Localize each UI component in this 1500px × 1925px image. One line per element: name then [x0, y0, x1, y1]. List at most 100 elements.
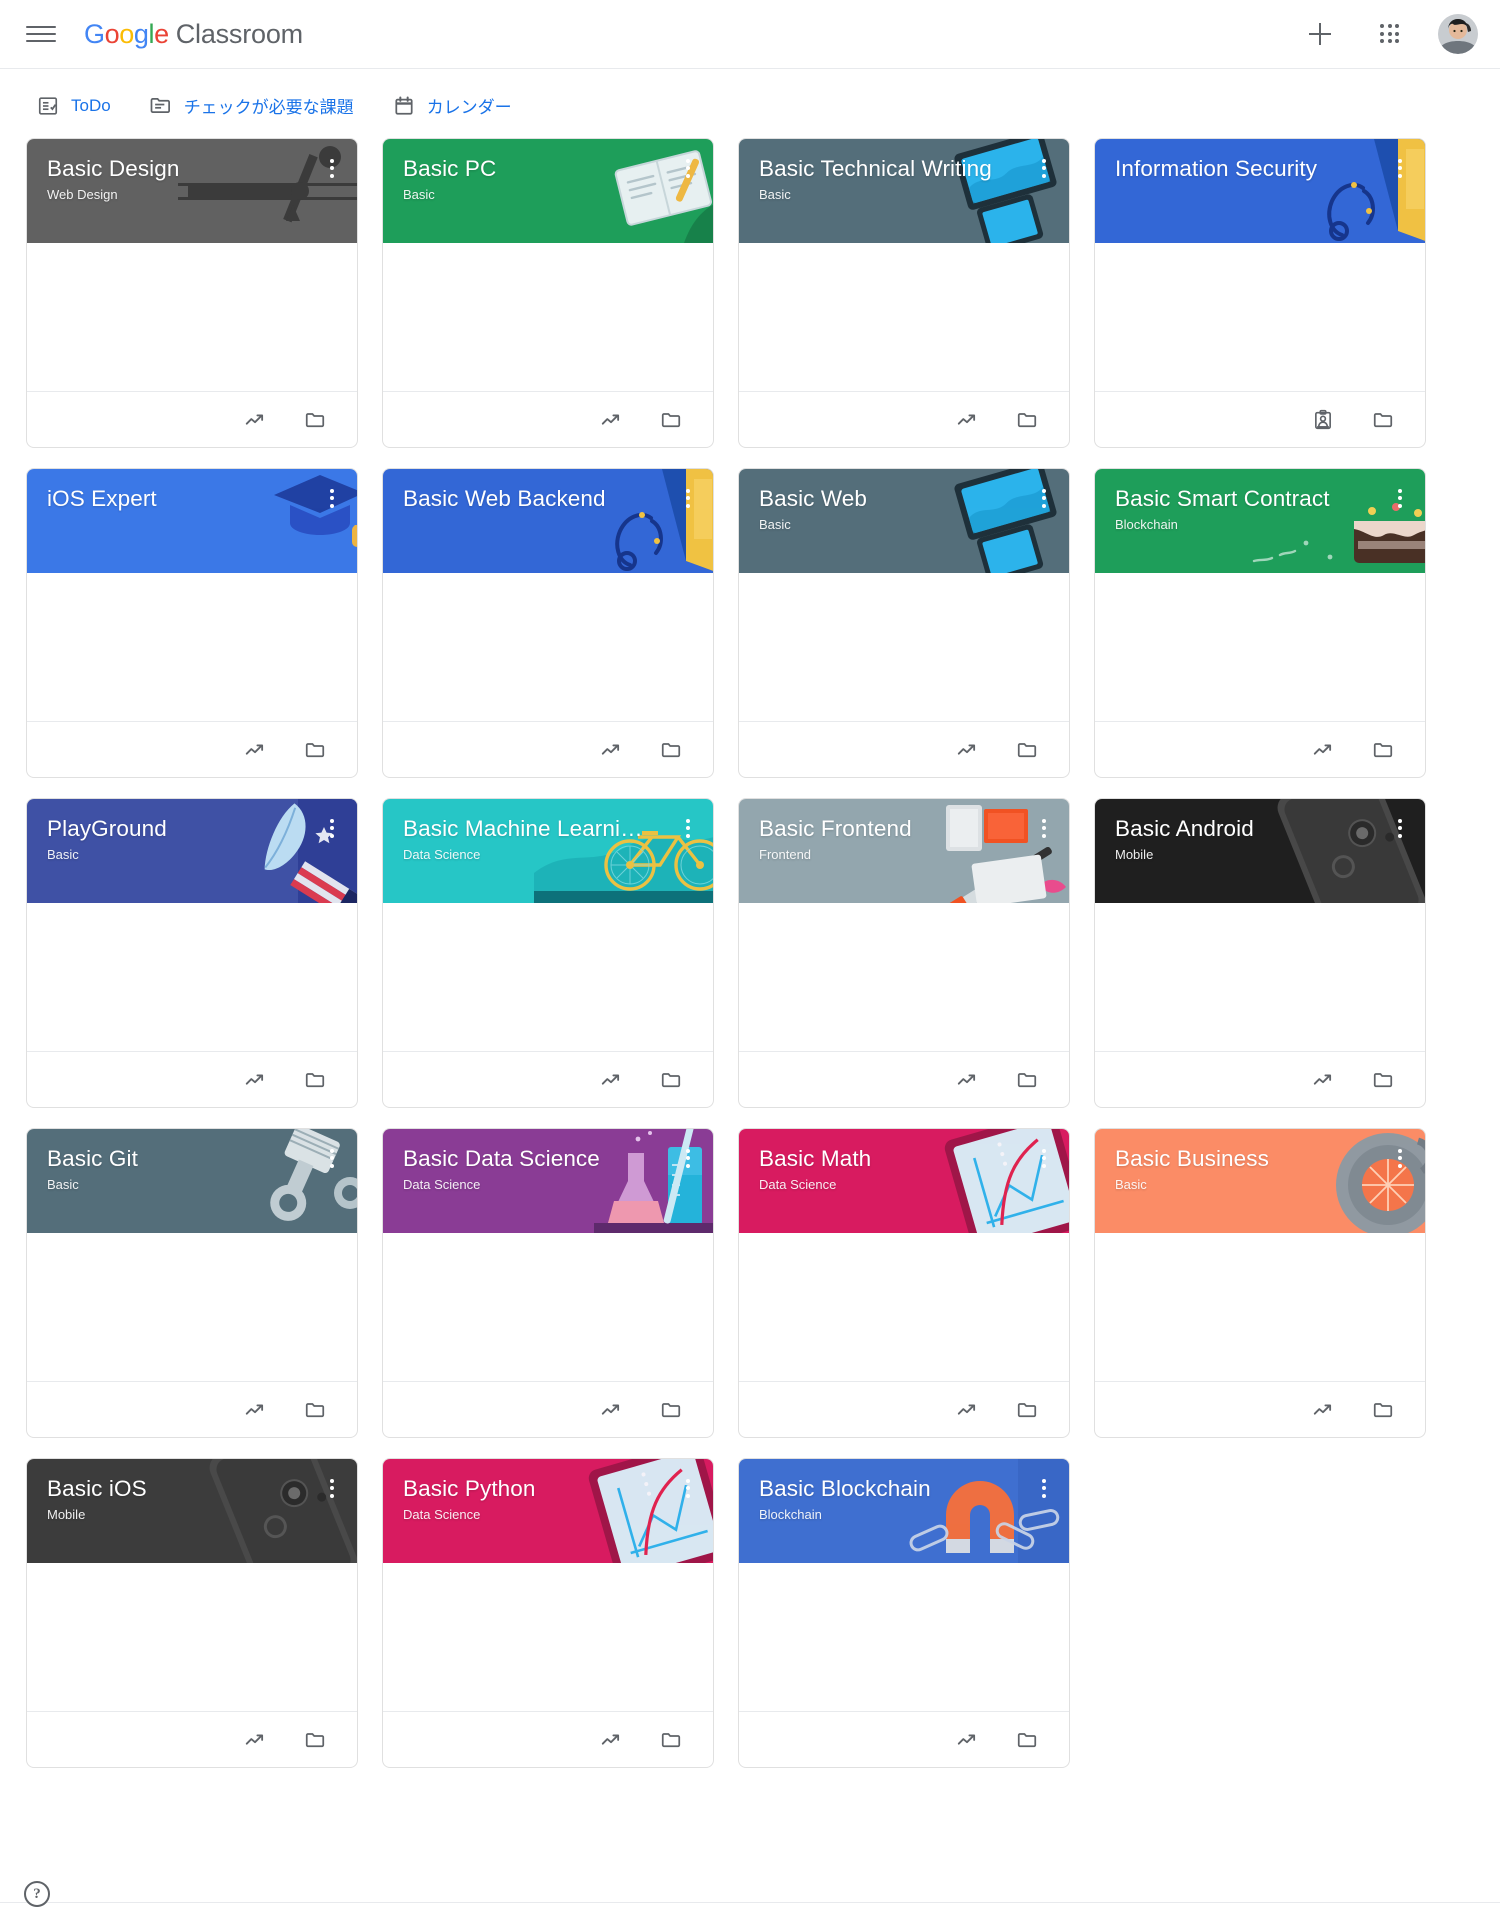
class-card[interactable]: Basic Blockchain Blockchain — [738, 1458, 1070, 1768]
class-card-overflow-menu-icon[interactable] — [673, 1471, 703, 1505]
class-card-overflow-menu-icon[interactable] — [317, 1141, 347, 1175]
class-card-header[interactable]: Basic Python Data Science — [383, 1459, 713, 1563]
class-card-header[interactable]: Basic Android Mobile — [1095, 799, 1425, 903]
folder-action-button[interactable] — [1007, 730, 1047, 770]
help-button[interactable]: ? — [24, 1881, 50, 1907]
class-card-overflow-menu-icon[interactable] — [673, 481, 703, 515]
trending-up-action-button[interactable] — [591, 1720, 631, 1760]
folder-action-button[interactable] — [295, 1060, 335, 1100]
class-card-header[interactable]: Basic Smart Contract Blockchain — [1095, 469, 1425, 573]
class-card-overflow-menu-icon[interactable] — [673, 811, 703, 845]
class-card[interactable]: Basic Frontend Frontend — [738, 798, 1070, 1108]
class-card[interactable]: Basic Design Web Design — [26, 138, 358, 448]
class-card[interactable]: Basic iOS Mobile — [26, 1458, 358, 1768]
class-card[interactable]: Basic Business Basic — [1094, 1128, 1426, 1438]
class-card-header[interactable]: Information Security — [1095, 139, 1425, 243]
class-card-overflow-menu-icon[interactable] — [1385, 811, 1415, 845]
folder-action-button[interactable] — [651, 1390, 691, 1430]
create-class-button[interactable] — [1298, 12, 1342, 56]
class-card-overflow-menu-icon[interactable] — [317, 811, 347, 845]
class-card-overflow-menu-icon[interactable] — [673, 1141, 703, 1175]
class-card[interactable]: Basic PC Basic — [382, 138, 714, 448]
folder-action-button[interactable] — [1007, 1720, 1047, 1760]
class-card[interactable]: PlayGround Basic — [26, 798, 358, 1108]
class-card-overflow-menu-icon[interactable] — [1385, 1141, 1415, 1175]
folder-action-button[interactable] — [295, 400, 335, 440]
folder-action-button[interactable] — [651, 1720, 691, 1760]
class-card-header[interactable]: Basic Technical Writing Basic — [739, 139, 1069, 243]
folder-action-button[interactable] — [1007, 400, 1047, 440]
class-card-header[interactable]: Basic iOS Mobile — [27, 1459, 357, 1563]
class-card-overflow-menu-icon[interactable] — [1029, 811, 1059, 845]
trending-up-action-button[interactable] — [235, 1720, 275, 1760]
class-card-overflow-menu-icon[interactable] — [673, 151, 703, 185]
trending-up-action-button[interactable] — [1303, 1060, 1343, 1100]
class-card-header[interactable]: Basic PC Basic — [383, 139, 713, 243]
class-card[interactable]: Basic Android Mobile — [1094, 798, 1426, 1108]
trending-up-action-button[interactable] — [591, 400, 631, 440]
folder-action-button[interactable] — [295, 1720, 335, 1760]
folder-action-button[interactable] — [1007, 1390, 1047, 1430]
class-card-header[interactable]: Basic Business Basic — [1095, 1129, 1425, 1233]
class-card[interactable]: Basic Web Basic — [738, 468, 1070, 778]
class-card-overflow-menu-icon[interactable] — [1029, 481, 1059, 515]
class-card[interactable]: Basic Math Data Science — [738, 1128, 1070, 1438]
trending-up-action-button[interactable] — [1303, 1390, 1343, 1430]
class-card[interactable]: Information Security — [1094, 138, 1426, 448]
class-card[interactable]: Basic Smart Contract Blockchain — [1094, 468, 1426, 778]
class-card[interactable]: Basic Machine Learni… Data Science — [382, 798, 714, 1108]
class-card-overflow-menu-icon[interactable] — [1029, 1141, 1059, 1175]
class-card-header[interactable]: PlayGround Basic — [27, 799, 357, 903]
trending-up-action-button[interactable] — [235, 400, 275, 440]
trending-up-action-button[interactable] — [947, 400, 987, 440]
avatar[interactable] — [1438, 14, 1478, 54]
trending-up-action-button[interactable] — [947, 1390, 987, 1430]
class-card[interactable]: Basic Python Data Science — [382, 1458, 714, 1768]
folder-action-button[interactable] — [651, 730, 691, 770]
trending-up-action-button[interactable] — [235, 730, 275, 770]
class-card-header[interactable]: Basic Math Data Science — [739, 1129, 1069, 1233]
class-card-header[interactable]: iOS Expert — [27, 469, 357, 573]
trending-up-action-button[interactable] — [235, 1060, 275, 1100]
class-card-overflow-menu-icon[interactable] — [1385, 481, 1415, 515]
class-card-overflow-menu-icon[interactable] — [317, 481, 347, 515]
folder-action-button[interactable] — [1363, 1060, 1403, 1100]
class-card[interactable]: Basic Technical Writing Basic — [738, 138, 1070, 448]
folder-action-button[interactable] — [651, 400, 691, 440]
trending-up-action-button[interactable] — [591, 730, 631, 770]
google-classroom-logo[interactable]: Google Classroom — [84, 19, 303, 50]
quicklink-review-work[interactable]: チェックが必要な課題 — [149, 93, 354, 118]
class-card-header[interactable]: Basic Design Web Design — [27, 139, 357, 243]
class-card-overflow-menu-icon[interactable] — [1385, 151, 1415, 185]
google-apps-button[interactable] — [1368, 12, 1412, 56]
class-card-header[interactable]: Basic Web Backend — [383, 469, 713, 573]
class-card-header[interactable]: Basic Git Basic — [27, 1129, 357, 1233]
trending-up-action-button[interactable] — [235, 1390, 275, 1430]
folder-action-button[interactable] — [651, 1060, 691, 1100]
class-card[interactable]: Basic Git Basic — [26, 1128, 358, 1438]
class-card-header[interactable]: Basic Machine Learni… Data Science — [383, 799, 713, 903]
class-card-overflow-menu-icon[interactable] — [1029, 1471, 1059, 1505]
trending-up-action-button[interactable] — [947, 1720, 987, 1760]
trending-up-action-button[interactable] — [591, 1390, 631, 1430]
quicklink-calendar[interactable]: カレンダー — [392, 93, 512, 118]
folder-action-button[interactable] — [1363, 730, 1403, 770]
class-card-header[interactable]: Basic Data Science Data Science — [383, 1129, 713, 1233]
folder-action-button[interactable] — [1007, 1060, 1047, 1100]
folder-action-button[interactable] — [295, 1390, 335, 1430]
class-card-header[interactable]: Basic Web Basic — [739, 469, 1069, 573]
folder-action-button[interactable] — [1363, 1390, 1403, 1430]
class-card[interactable]: iOS Expert — [26, 468, 358, 778]
trending-up-action-button[interactable] — [947, 730, 987, 770]
class-card[interactable]: Basic Data Science Data Science — [382, 1128, 714, 1438]
folder-action-button[interactable] — [295, 730, 335, 770]
class-card-header[interactable]: Basic Frontend Frontend — [739, 799, 1069, 903]
class-card-header[interactable]: Basic Blockchain Blockchain — [739, 1459, 1069, 1563]
trending-up-action-button[interactable] — [591, 1060, 631, 1100]
hamburger-menu-icon[interactable] — [26, 19, 56, 49]
trending-up-action-button[interactable] — [947, 1060, 987, 1100]
class-card-overflow-menu-icon[interactable] — [1029, 151, 1059, 185]
folder-action-button[interactable] — [1363, 400, 1403, 440]
trending-up-action-button[interactable] — [1303, 730, 1343, 770]
assignment-person-action-button[interactable] — [1303, 400, 1343, 440]
